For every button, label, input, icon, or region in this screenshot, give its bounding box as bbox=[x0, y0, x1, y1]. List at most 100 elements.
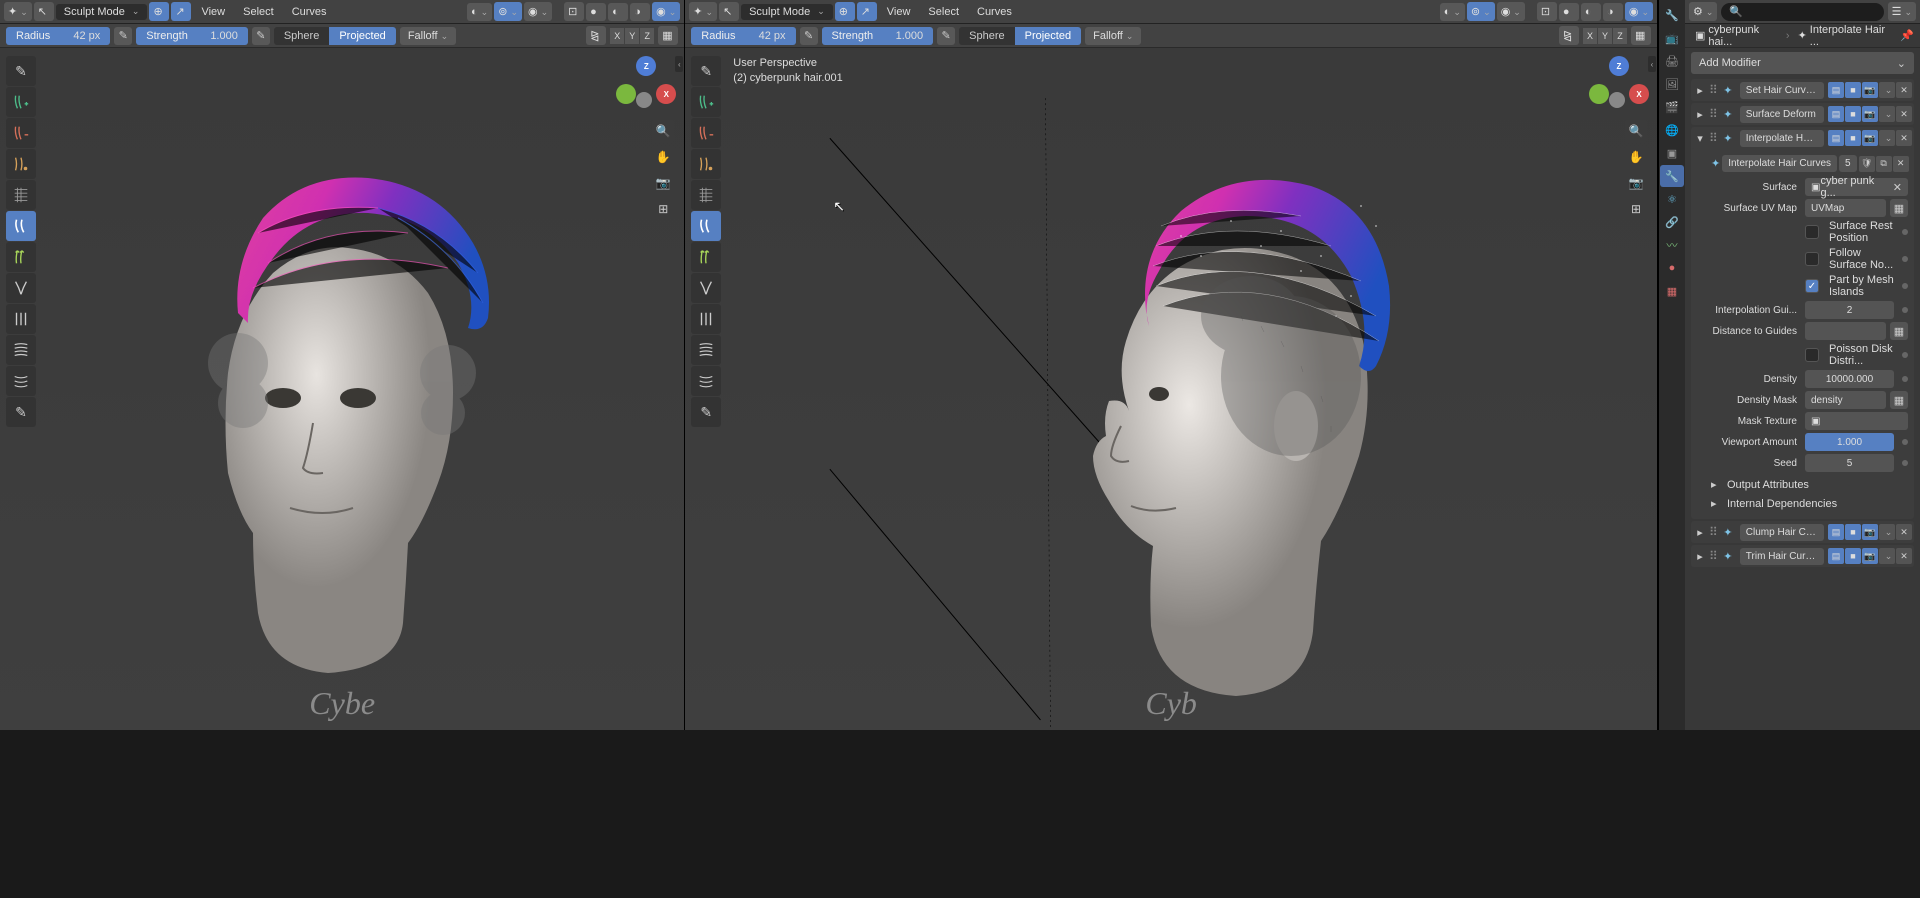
tab-output[interactable]: 🖨 bbox=[1660, 50, 1684, 72]
expand-toggle[interactable]: ▸ bbox=[1693, 108, 1707, 121]
tool-add[interactable] bbox=[691, 87, 721, 117]
surface-rest-checkbox[interactable] bbox=[1805, 225, 1819, 239]
tool-smooth[interactable] bbox=[691, 304, 721, 334]
mirror-axes[interactable]: XYZ bbox=[1583, 28, 1627, 44]
pan-icon[interactable]: ✋ bbox=[1625, 146, 1647, 168]
zoom-icon[interactable]: 🔍 bbox=[1625, 120, 1647, 142]
shading-material-icon[interactable]: ◑ bbox=[630, 3, 650, 21]
tool-paint-selection[interactable]: ✎ bbox=[6, 56, 36, 86]
tool-paint-selection[interactable]: ✎ bbox=[691, 56, 721, 86]
animate-dot[interactable] bbox=[1902, 229, 1908, 235]
grid-icon[interactable]: ⊞ bbox=[652, 198, 674, 220]
tool-add[interactable] bbox=[6, 87, 36, 117]
tool-puff[interactable] bbox=[691, 335, 721, 365]
radius-field[interactable]: Radius42 px bbox=[6, 27, 110, 45]
overlays-dropdown[interactable]: ⊚ bbox=[1467, 2, 1495, 21]
edit-mode-toggle[interactable]: ▤ bbox=[1828, 82, 1844, 98]
attribute-toggle[interactable]: ▦ bbox=[1890, 322, 1908, 340]
surface-field[interactable]: ▣ cyber punk g...✕ bbox=[1805, 178, 1908, 196]
gizmo-y[interactable] bbox=[616, 84, 636, 104]
animate-dot[interactable] bbox=[1902, 352, 1908, 358]
breadcrumb-modifier[interactable]: ✦ Interpolate Hair ... bbox=[1794, 22, 1893, 50]
animate-dot[interactable] bbox=[1902, 256, 1908, 262]
render-toggle[interactable]: 📷 bbox=[1862, 548, 1878, 564]
drag-handle[interactable]: ⠿ bbox=[1709, 549, 1718, 563]
editor-type-dropdown[interactable]: ✦ bbox=[689, 2, 717, 21]
edit-mode-toggle[interactable]: ▤ bbox=[1828, 130, 1844, 146]
zoom-icon[interactable]: 🔍 bbox=[652, 120, 674, 142]
tab-object[interactable]: ▣ bbox=[1660, 142, 1684, 164]
edit-mode-toggle[interactable]: ▤ bbox=[1828, 106, 1844, 122]
gizmo-x[interactable]: X bbox=[656, 84, 676, 104]
shading-matcap-icon[interactable]: ◐ bbox=[608, 3, 628, 21]
camera-icon[interactable]: 📷 bbox=[1625, 172, 1647, 194]
mirror-axes[interactable]: XYZ bbox=[610, 28, 654, 44]
xray-dropdown[interactable]: ◉ bbox=[524, 2, 552, 21]
menu-view[interactable]: View bbox=[193, 2, 233, 22]
shading-solid-icon[interactable]: ● bbox=[1559, 3, 1579, 21]
gizmo-x[interactable]: X bbox=[1629, 84, 1649, 104]
unlink-button[interactable]: ✕ bbox=[1893, 156, 1909, 172]
falloff-dropdown[interactable]: Falloff bbox=[400, 27, 456, 45]
extras-dropdown[interactable] bbox=[1879, 106, 1895, 122]
strength-pressure-icon[interactable]: ✎ bbox=[252, 27, 270, 45]
gizmo-z[interactable]: Z bbox=[1609, 56, 1629, 76]
output-attributes-header[interactable]: ▸Output Attributes bbox=[1711, 475, 1908, 494]
tab-texture[interactable]: ▦ bbox=[1660, 280, 1684, 302]
sidebar-toggle[interactable]: ‹ bbox=[1648, 56, 1656, 72]
falloff-shape-pill[interactable]: SphereProjected bbox=[959, 27, 1081, 45]
gizmo-center[interactable] bbox=[1609, 92, 1625, 108]
tab-material[interactable]: ● bbox=[1660, 257, 1684, 279]
mirror-icon[interactable]: ⧎ bbox=[1559, 26, 1579, 45]
viewport-canvas-right[interactable]: ‹ User Perspective (2) cyberpunk hair.00… bbox=[685, 48, 1657, 730]
strength-pressure-icon[interactable]: ✎ bbox=[937, 27, 955, 45]
editor-type-dropdown[interactable]: ⚙ bbox=[1689, 2, 1717, 21]
shading-render-icon[interactable]: ◉ bbox=[1625, 2, 1653, 21]
tab-render[interactable]: 📺 bbox=[1660, 27, 1684, 49]
grid-icon[interactable]: ⊞ bbox=[1625, 198, 1647, 220]
animate-dot[interactable] bbox=[1902, 283, 1908, 289]
node-group-name[interactable]: Interpolate Hair Curves bbox=[1722, 155, 1837, 172]
search-input[interactable]: 🔍 bbox=[1721, 3, 1883, 21]
gizmo-center[interactable] bbox=[636, 92, 652, 108]
internal-dependencies-header[interactable]: ▸Internal Dependencies bbox=[1711, 494, 1908, 513]
radius-field[interactable]: Radius42 px bbox=[691, 27, 795, 45]
expand-toggle[interactable]: ▸ bbox=[1693, 84, 1707, 97]
shading-render-icon[interactable]: ◉ bbox=[652, 2, 680, 21]
interpolation-guides-field[interactable]: 2 bbox=[1805, 301, 1894, 319]
edit-mode-toggle[interactable]: ▤ bbox=[1828, 524, 1844, 540]
density-mask-field[interactable]: density bbox=[1805, 391, 1886, 409]
mirror-extra-icon[interactable]: ▦ bbox=[1631, 26, 1651, 45]
mirror-icon[interactable]: ⧎ bbox=[586, 26, 606, 45]
extras-dropdown[interactable] bbox=[1879, 82, 1895, 98]
expand-toggle[interactable]: ▸ bbox=[1693, 550, 1707, 563]
editor-type-dropdown[interactable]: ✦ bbox=[4, 2, 32, 21]
visibility-dropdown[interactable]: ◐ bbox=[467, 3, 492, 21]
expand-toggle[interactable]: ▾ bbox=[1693, 132, 1707, 145]
pivot-icon[interactable]: ⊕ bbox=[835, 2, 855, 21]
add-modifier-button[interactable]: Add Modifier bbox=[1691, 52, 1914, 74]
render-toggle[interactable]: 📷 bbox=[1862, 524, 1878, 540]
tab-physics[interactable]: ⚛ bbox=[1660, 188, 1684, 210]
tool-slide[interactable] bbox=[691, 366, 721, 396]
tool-density[interactable] bbox=[691, 149, 721, 179]
pan-icon[interactable]: ✋ bbox=[652, 146, 674, 168]
falloff-shape-pill[interactable]: SphereProjected bbox=[274, 27, 396, 45]
realtime-toggle[interactable]: ■ bbox=[1845, 106, 1861, 122]
realtime-toggle[interactable]: ■ bbox=[1845, 82, 1861, 98]
tool-delete[interactable] bbox=[6, 118, 36, 148]
animate-dot[interactable] bbox=[1902, 460, 1908, 466]
poisson-checkbox[interactable] bbox=[1805, 348, 1819, 362]
sidebar-toggle[interactable]: ‹ bbox=[675, 56, 683, 72]
shading-matcap-icon[interactable]: ◐ bbox=[1581, 3, 1601, 21]
extras-dropdown[interactable] bbox=[1879, 524, 1895, 540]
drag-handle[interactable]: ⠿ bbox=[1709, 131, 1718, 145]
render-toggle[interactable]: 📷 bbox=[1862, 130, 1878, 146]
menu-select[interactable]: Select bbox=[235, 2, 282, 22]
tool-comb[interactable] bbox=[6, 180, 36, 210]
radius-pressure-icon[interactable]: ✎ bbox=[114, 27, 132, 45]
nav-gizmo[interactable]: Z X bbox=[1589, 56, 1649, 116]
clear-icon[interactable]: ✕ bbox=[1893, 181, 1902, 194]
delete-modifier[interactable]: ✕ bbox=[1896, 130, 1912, 146]
mask-texture-field[interactable]: ▣ bbox=[1805, 412, 1908, 430]
